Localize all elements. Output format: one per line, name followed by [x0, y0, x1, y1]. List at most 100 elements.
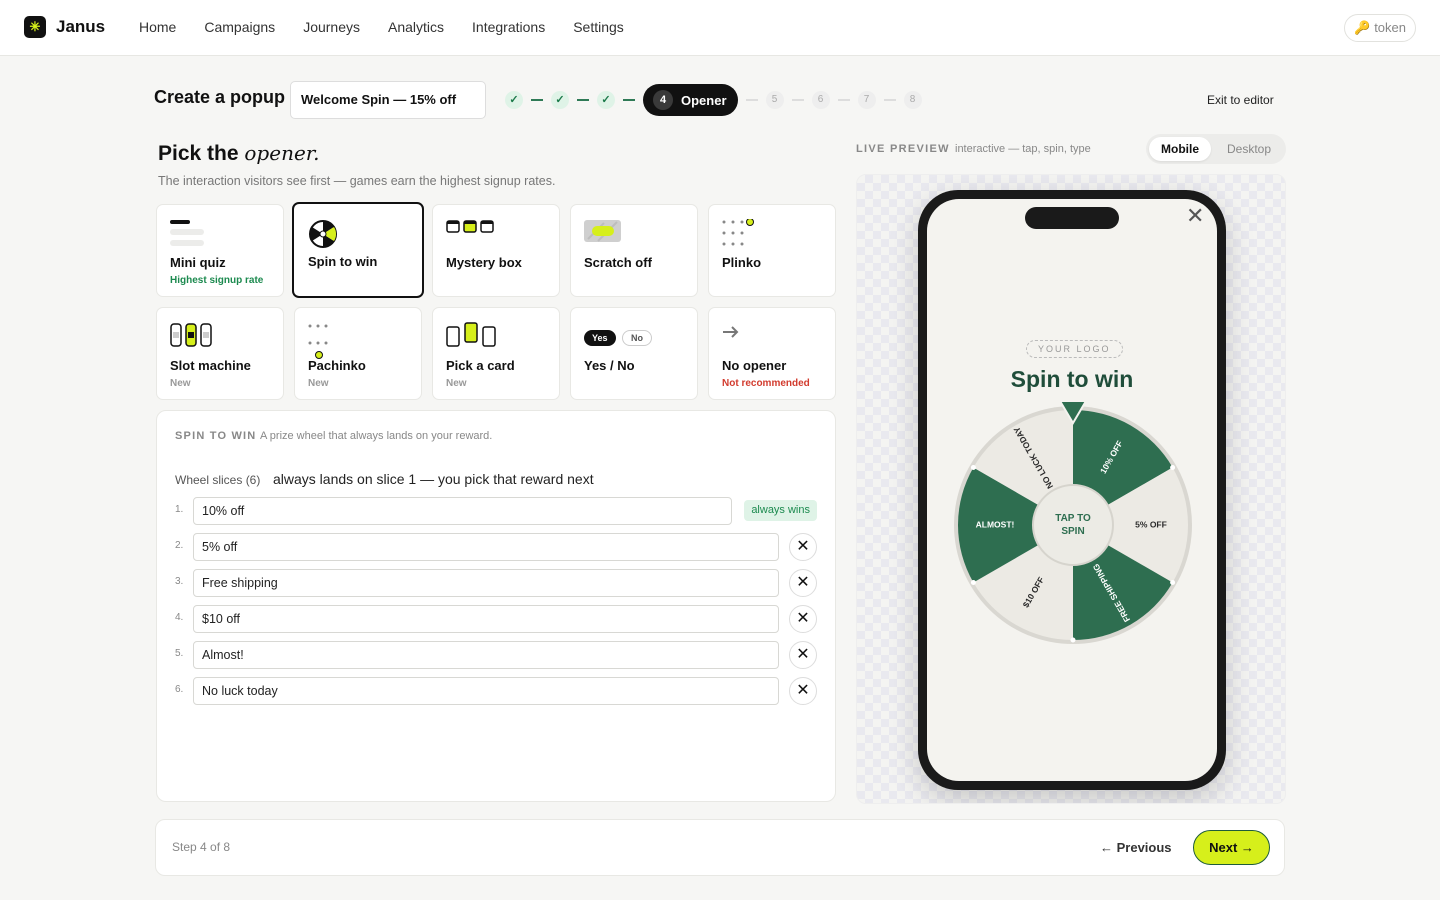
card-badge: New: [308, 378, 329, 389]
slice-input[interactable]: Almost!: [193, 641, 779, 669]
opener-heading-em: opener.: [244, 141, 320, 165]
spin-center-button[interactable]: [1032, 484, 1114, 566]
card-label: Spin to win: [308, 254, 378, 269]
step-connector: [883, 99, 896, 101]
device-toggle: Mobile Desktop: [1146, 134, 1286, 164]
card-label: Scratch off: [584, 255, 652, 270]
scratch-icon: [584, 219, 622, 248]
next-button[interactable]: Next →: [1193, 830, 1270, 865]
step-progress-text: Step 4 of 8: [172, 840, 231, 854]
step-connector: [791, 99, 804, 101]
arrow-right-icon: [722, 325, 740, 344]
slice-index: 5.: [175, 648, 184, 659]
step-5[interactable]: 5: [765, 91, 784, 109]
wheel-peg: [1070, 637, 1076, 643]
step-label: Opener: [681, 92, 727, 108]
slices-label: Wheel slices (6): [175, 473, 261, 487]
opener-heading: Pick the opener.: [158, 141, 320, 166]
phone-screen: ✕ YOUR LOGO Spin to win TAP TO SPIN 10% …: [927, 199, 1217, 781]
nav-item-analytics[interactable]: Analytics: [388, 19, 444, 35]
wheel-peg: [970, 465, 976, 470]
previous-button[interactable]: ← Previous: [1100, 840, 1172, 855]
main-nav: Home Campaigns Journeys Analytics Integr…: [139, 19, 624, 35]
brand-name[interactable]: Janus: [56, 17, 105, 37]
step-connector: [745, 99, 758, 101]
brand-logo-icon[interactable]: ✳: [24, 16, 46, 38]
card-label: Pick a card: [446, 358, 515, 373]
opener-card-plinko[interactable]: Plinko: [708, 204, 836, 297]
slice-row: 1. 10% off always wins: [175, 497, 817, 525]
live-preview-label: LIVE PREVIEW: [856, 143, 950, 155]
center-label-line1: TAP TO: [1055, 513, 1091, 524]
step-2-done-icon[interactable]: ✓: [551, 91, 569, 109]
step-connector: [837, 99, 850, 101]
slice-input[interactable]: 10% off: [193, 497, 732, 525]
popup-name-input[interactable]: Welcome Spin — 15% off: [290, 81, 486, 119]
remove-slice-button[interactable]: ✕: [789, 677, 817, 705]
slice-input[interactable]: No luck today: [193, 677, 779, 705]
wizard-footer: Step 4 of 8 ← Previous Next →: [155, 819, 1285, 876]
opener-card-scratch-off[interactable]: Scratch off: [570, 204, 698, 297]
remove-slice-button[interactable]: ✕: [789, 569, 817, 597]
opener-card-yes-no[interactable]: Yes No Yes / No: [570, 307, 698, 400]
yes-no-icon: Yes No: [584, 328, 652, 346]
slice-index: 4.: [175, 612, 184, 623]
nav-item-home[interactable]: Home: [139, 19, 176, 35]
slices-note: always lands on slice 1 — you pick that …: [273, 471, 594, 487]
remove-slice-button[interactable]: ✕: [789, 605, 817, 633]
mobile-toggle[interactable]: Mobile: [1149, 137, 1211, 161]
opener-card-pachinko[interactable]: Pachinko New: [294, 307, 422, 400]
card-label: Plinko: [722, 255, 762, 270]
opener-card-mini-quiz[interactable]: Mini quiz Highest signup rate: [156, 204, 284, 297]
slice-row: 5. Almost! ✕: [175, 641, 817, 669]
step-3-done-icon[interactable]: ✓: [597, 91, 615, 109]
card-label: Yes / No: [584, 358, 635, 373]
remove-slice-button[interactable]: ✕: [789, 641, 817, 669]
nav-item-campaigns[interactable]: Campaigns: [204, 19, 275, 35]
slice-input[interactable]: $10 off: [193, 605, 779, 633]
spin-config-panel: SPIN TO WIN A prize wheel that always la…: [156, 410, 836, 802]
opener-card-no-opener[interactable]: No opener Not recommended: [708, 307, 836, 400]
opener-card-mystery-box[interactable]: Mystery box: [432, 204, 560, 297]
nav-item-settings[interactable]: Settings: [573, 19, 624, 35]
slice-input[interactable]: 5% off: [193, 533, 779, 561]
boxes-icon: [446, 219, 496, 240]
token-button[interactable]: 🔑 token: [1344, 14, 1416, 42]
card-badge: Not recommended: [722, 378, 810, 389]
live-preview-desc: interactive — tap, spin, type: [955, 143, 1091, 155]
slice-row: 4. $10 off ✕: [175, 605, 817, 633]
quiz-icon: [170, 219, 206, 254]
nav-item-journeys[interactable]: Journeys: [303, 19, 360, 35]
top-navbar: ✳ Janus Home Campaigns Journeys Analytic…: [0, 0, 1440, 56]
remove-slice-button[interactable]: ✕: [789, 533, 817, 561]
opener-subtitle: The interaction visitors see first — gam…: [158, 174, 556, 188]
wheel-peg: [1170, 580, 1176, 585]
center-label-line2: SPIN: [1061, 526, 1084, 537]
card-label: Mini quiz: [170, 255, 226, 270]
slice-index: 1.: [175, 504, 184, 515]
desktop-toggle[interactable]: Desktop: [1216, 137, 1282, 161]
opener-card-spin-to-win[interactable]: Spin to win: [292, 202, 424, 298]
card-label: Mystery box: [446, 255, 522, 270]
close-icon[interactable]: ✕: [1186, 203, 1204, 229]
card-label: Slot machine: [170, 358, 251, 373]
nav-item-integrations[interactable]: Integrations: [472, 19, 545, 35]
step-6[interactable]: 6: [811, 91, 830, 109]
step-4-active[interactable]: 4 Opener: [643, 84, 738, 116]
opener-card-pick-a-card[interactable]: Pick a card New: [432, 307, 560, 400]
slice-index: 2.: [175, 540, 184, 551]
wizard-stepper: ✓ ✓ ✓ 4 Opener 5 6 7 8: [505, 84, 922, 116]
prize-wheel[interactable]: TAP TO SPIN 10% OFF5% OFFFREE SHIPPING$1…: [953, 401, 1193, 645]
step-7[interactable]: 7: [857, 91, 876, 109]
slice-input[interactable]: Free shipping: [193, 569, 779, 597]
card-badge: New: [446, 378, 467, 389]
logo-placeholder: YOUR LOGO: [1026, 340, 1123, 358]
step-8[interactable]: 8: [903, 91, 922, 109]
card-label: Pachinko: [308, 358, 366, 373]
step-1-done-icon[interactable]: ✓: [505, 91, 523, 109]
always-wins-badge: always wins: [744, 500, 817, 521]
exit-to-editor-link[interactable]: Exit to editor: [1207, 93, 1274, 107]
cards-icon: [446, 322, 498, 353]
opener-card-slot-machine[interactable]: Slot machine New: [156, 307, 284, 400]
slice-index: 3.: [175, 576, 184, 587]
